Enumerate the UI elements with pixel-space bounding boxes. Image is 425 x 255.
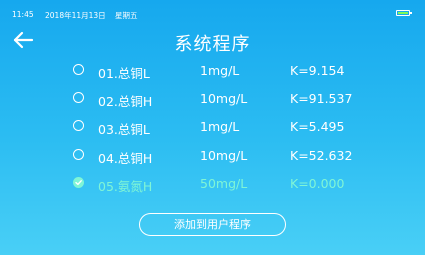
program-name: 05.氨氮H xyxy=(98,179,153,194)
program-row-03[interactable]: 03.总铜L 1mg/L K=5.495 xyxy=(0,116,425,138)
radio-unchecked-icon[interactable] xyxy=(73,149,84,160)
program-name: 04.总铜H xyxy=(98,151,153,166)
program-concentration: 50mg/L xyxy=(200,176,248,191)
program-k-value: K=9.154 xyxy=(290,63,345,78)
status-date: 2018年11月13日 xyxy=(45,11,106,20)
program-concentration: 10mg/L xyxy=(200,91,248,106)
program-k-value: K=5.495 xyxy=(290,119,345,134)
battery-icon xyxy=(396,10,412,16)
status-time: 11:45 xyxy=(12,10,34,19)
screen: 11:45 2018年11月13日 星期五 系统程序 01.总铜L 1mg/L … xyxy=(0,0,425,255)
program-row-02[interactable]: 02.总铜H 10mg/L K=91.537 xyxy=(0,88,425,110)
program-name: 02.总铜H xyxy=(98,94,153,109)
program-concentration: 1mg/L xyxy=(200,63,240,78)
radio-unchecked-icon[interactable] xyxy=(73,64,84,75)
program-name: 01.总铜L xyxy=(98,66,150,81)
battery-terminal xyxy=(410,12,412,14)
program-k-value: K=0.000 xyxy=(290,176,345,191)
radio-unchecked-icon[interactable] xyxy=(73,120,84,131)
battery-level xyxy=(398,12,408,14)
program-row-04[interactable]: 04.总铜H 10mg/L K=52.632 xyxy=(0,145,425,167)
radio-checked-icon[interactable] xyxy=(73,177,84,188)
add-to-user-program-button[interactable]: 添加到用户程序 xyxy=(139,213,286,236)
radio-unchecked-icon[interactable] xyxy=(73,92,84,103)
status-bar: 11:45 2018年11月13日 星期五 xyxy=(0,0,425,22)
page-title: 系统程序 xyxy=(174,34,251,55)
program-row-01[interactable]: 01.总铜L 1mg/L K=9.154 xyxy=(0,60,425,82)
program-name: 03.总铜L xyxy=(98,122,150,137)
checkmark-icon xyxy=(75,180,82,186)
program-row-05[interactable]: 05.氨氮H 50mg/L K=0.000 xyxy=(0,173,425,195)
program-concentration: 10mg/L xyxy=(200,148,248,163)
program-k-value: K=52.632 xyxy=(290,148,353,163)
program-concentration: 1mg/L xyxy=(200,119,240,134)
program-k-value: K=91.537 xyxy=(290,91,353,106)
status-weekday: 星期五 xyxy=(115,11,138,20)
